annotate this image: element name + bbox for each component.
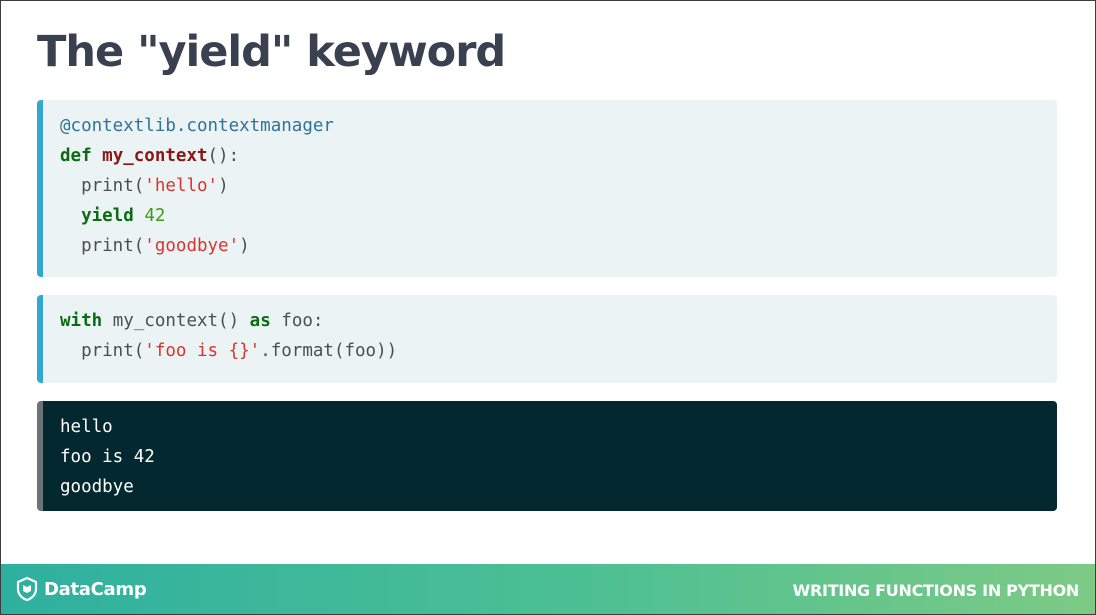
function-name: my_context — [102, 146, 208, 166]
decorator: @contextlib.contextmanager — [60, 116, 334, 136]
code-line: print('hello') — [60, 171, 1057, 201]
code-line: def my_context(): — [60, 141, 1057, 171]
parens: (): — [207, 146, 240, 166]
footer-bar: DataCamp WRITING FUNCTIONS IN PYTHON — [1, 564, 1095, 614]
keyword-with: with — [60, 311, 103, 331]
print-call: print( — [81, 236, 145, 256]
close-paren: ) — [218, 176, 229, 196]
code-line: print('goodbye') — [60, 231, 1057, 261]
keyword-as: as — [249, 311, 271, 331]
code-line: @contextlib.contextmanager — [60, 111, 1057, 141]
datacamp-logo-icon — [14, 576, 40, 602]
output-line: foo is 42 — [60, 447, 155, 467]
output-line: goodbye — [60, 477, 134, 497]
brand-name: DataCamp — [44, 578, 147, 600]
number-literal: 42 — [144, 206, 166, 226]
close-paren: ) — [239, 236, 250, 256]
string-literal: 'goodbye' — [144, 236, 240, 256]
output-line: hello — [60, 417, 113, 437]
keyword-yield: yield — [81, 206, 134, 226]
output-block: hello foo is 42 goodbye — [37, 401, 1057, 511]
slide-title: The "yield" keyword — [37, 27, 506, 77]
print-call: print( — [81, 341, 145, 361]
format-call: .format(foo)) — [260, 341, 398, 361]
datacamp-logo: DataCamp — [14, 576, 147, 602]
code-block-context-manager: @contextlib.contextmanager def my_contex… — [37, 100, 1057, 277]
string-literal: 'foo is {}' — [144, 341, 261, 361]
target-name: foo: — [270, 311, 324, 331]
keyword-def: def — [60, 146, 92, 166]
context-call: my_context() — [102, 311, 250, 331]
course-name: WRITING FUNCTIONS IN PYTHON — [792, 581, 1080, 600]
print-call: print( — [81, 176, 145, 196]
string-literal: 'hello' — [144, 176, 219, 196]
code-block-with-statement: with my_context() as foo: print('foo is … — [37, 295, 1057, 383]
code-line: print('foo is {}'.format(foo)) — [60, 336, 1057, 366]
code-line: with my_context() as foo: — [60, 306, 1057, 336]
code-line: yield 42 — [60, 201, 1057, 231]
slide: The "yield" keyword @contextlib.contextm… — [0, 0, 1096, 615]
